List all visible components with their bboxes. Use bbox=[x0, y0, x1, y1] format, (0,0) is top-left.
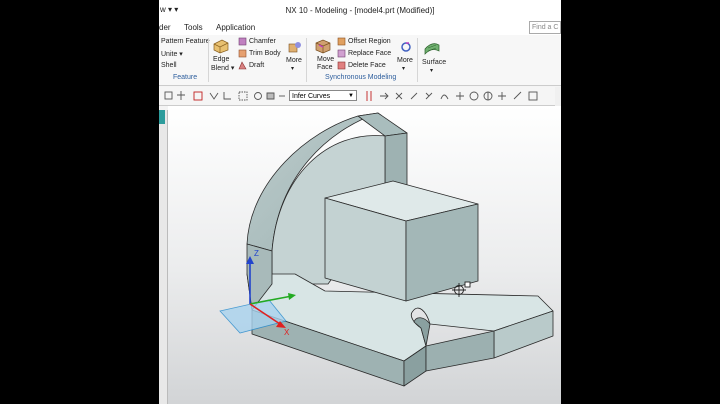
pattern-feature-button[interactable]: Pattern Feature bbox=[161, 38, 210, 45]
surface-icon[interactable] bbox=[423, 39, 441, 55]
move-face-icon[interactable] bbox=[314, 38, 332, 54]
selection-filter-icons[interactable] bbox=[161, 89, 287, 103]
delete-face-button[interactable]: Delete Face bbox=[348, 62, 386, 69]
selection-toolbar: Infer Curves ▼ bbox=[159, 87, 561, 106]
surface-button[interactable]: Surface bbox=[422, 59, 446, 66]
x-axis-label: X bbox=[284, 328, 290, 337]
surface-chevron-icon[interactable]: ▾ bbox=[430, 67, 433, 74]
curve-rule-value: Infer Curves bbox=[292, 93, 331, 100]
command-finder-input[interactable]: Find a C bbox=[529, 21, 561, 34]
resource-bar[interactable] bbox=[159, 110, 168, 404]
part-navigator-tab[interactable] bbox=[159, 110, 165, 124]
menu-application[interactable]: Application bbox=[216, 23, 255, 32]
toolbar-overflow[interactable] bbox=[555, 87, 561, 107]
replace-face-button[interactable]: Replace Face bbox=[348, 50, 391, 57]
draft-button[interactable]: Draft bbox=[249, 62, 264, 69]
chamfer-icon bbox=[238, 37, 247, 46]
graphics-viewport[interactable]: Z X bbox=[168, 106, 561, 404]
more-features-icon bbox=[288, 42, 301, 53]
more-sync-button[interactable]: More bbox=[397, 57, 413, 64]
offset-region-button[interactable]: Offset Region bbox=[348, 38, 391, 45]
move-face-label[interactable]: Move bbox=[317, 56, 334, 63]
menu-tools[interactable]: Tools bbox=[184, 23, 203, 32]
more-sync-icon bbox=[401, 42, 411, 52]
ribbon-separator bbox=[306, 38, 307, 82]
edge-blend-dropdown[interactable]: Blend ▾ bbox=[211, 64, 234, 72]
chamfer-button[interactable]: Chamfer bbox=[249, 38, 276, 45]
ribbon: Pattern Feature Unite ▾ Shell Feature Ed… bbox=[159, 35, 561, 86]
chevron-down-icon: ▼ bbox=[348, 93, 354, 99]
delete-face-icon bbox=[337, 61, 346, 70]
curve-rule-dropdown[interactable]: Infer Curves ▼ bbox=[289, 90, 357, 101]
menu-builder[interactable]: der bbox=[159, 23, 171, 32]
window-title: NX 10 - Modeling - [model4.prt (Modified… bbox=[285, 6, 435, 15]
menu-bar: der Tools Application Find a C bbox=[159, 20, 561, 35]
draft-icon bbox=[238, 61, 247, 70]
ribbon-separator bbox=[208, 38, 209, 82]
more-features-button[interactable]: More bbox=[286, 57, 302, 64]
unite-button[interactable]: Unite ▾ bbox=[161, 50, 183, 58]
offset-region-icon bbox=[337, 37, 346, 46]
snap-point-icons[interactable] bbox=[364, 89, 554, 103]
edge-blend-label[interactable]: Edge bbox=[213, 56, 229, 63]
feature-group-label: Feature bbox=[173, 74, 198, 81]
trim-body-button[interactable]: Trim Body bbox=[249, 50, 281, 57]
shell-button[interactable]: Shell bbox=[161, 62, 177, 69]
more-sync-chevron-icon[interactable]: ▾ bbox=[402, 65, 405, 72]
more-features-chevron-icon[interactable]: ▾ bbox=[291, 65, 294, 72]
move-face-label-2[interactable]: Face bbox=[317, 64, 333, 71]
synchronous-modeling-group-label: Synchronous Modeling bbox=[325, 74, 397, 81]
title-bar: w ▾ ▾ NX 10 - Modeling - [model4.prt (Mo… bbox=[159, 0, 561, 20]
edge-blend-icon[interactable] bbox=[212, 38, 230, 54]
ribbon-separator bbox=[417, 38, 418, 82]
trim-body-icon bbox=[238, 49, 247, 58]
z-axis-label: Z bbox=[254, 249, 259, 258]
replace-face-icon bbox=[337, 49, 346, 58]
nx-app-window: w ▾ ▾ NX 10 - Modeling - [model4.prt (Mo… bbox=[159, 0, 561, 404]
